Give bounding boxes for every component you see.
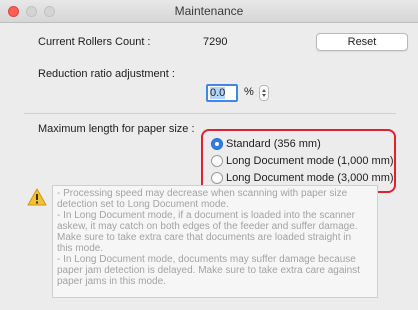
- reduction-ratio-label: Reduction ratio adjustment :: [38, 68, 175, 80]
- reduction-ratio-unit: %: [244, 86, 254, 98]
- paper-size-options-highlight: Standard (356 mm) Long Document mode (1,…: [201, 129, 396, 193]
- radio-standard-label: Standard (356 mm): [226, 138, 321, 150]
- reduction-ratio-stepper[interactable]: [259, 85, 269, 101]
- radio-standard-control[interactable]: [211, 138, 223, 150]
- warning-line: - In Long Document mode, documents may s…: [57, 254, 356, 265]
- stepper-down-icon[interactable]: [262, 94, 266, 97]
- title-bar: Maintenance: [0, 0, 418, 23]
- radio-long-3000-label: Long Document mode (3,000 mm): [226, 172, 394, 184]
- warning-line: askew, it may catch on both edges of the…: [57, 221, 358, 232]
- window-title: Maintenance: [174, 4, 244, 18]
- warning-line: detection set to Long Document mode.: [57, 199, 229, 210]
- stepper-up-icon[interactable]: [262, 89, 266, 92]
- warning-line: Make sure to take extra care that docume…: [57, 232, 352, 243]
- radio-long-1000-label: Long Document mode (1,000 mm): [226, 155, 394, 167]
- radio-standard[interactable]: Standard (356 mm): [211, 136, 321, 152]
- warning-icon: [27, 188, 47, 206]
- reduction-ratio-value: 0.0: [210, 87, 226, 99]
- rollers-count-value: 7290: [203, 36, 228, 48]
- paper-size-label: Maximum length for paper size :: [38, 123, 195, 135]
- maintenance-panel: Current Rollers Count : 7290 Reset Reduc…: [0, 23, 418, 310]
- rollers-count-label: Current Rollers Count :: [38, 36, 151, 48]
- radio-long-1000[interactable]: Long Document mode (1,000 mm): [211, 153, 394, 169]
- warning-line: - Processing speed may decrease when sca…: [57, 188, 348, 199]
- reset-button[interactable]: Reset: [316, 33, 408, 51]
- radio-long-3000[interactable]: Long Document mode (3,000 mm): [211, 170, 394, 186]
- warning-line: this mode.: [57, 243, 104, 254]
- section-divider: [24, 113, 396, 114]
- warning-line: - In Long Document mode, if a document i…: [57, 210, 355, 221]
- warning-line: paper jam detection is delayed. Make sur…: [57, 265, 360, 276]
- warning-line: paper jams in this mode.: [57, 276, 166, 287]
- radio-long-3000-control[interactable]: [211, 172, 223, 184]
- warning-message: - Processing speed may decrease when sca…: [52, 185, 378, 298]
- reduction-ratio-input[interactable]: 0.0: [206, 84, 238, 102]
- radio-long-1000-control[interactable]: [211, 155, 223, 167]
